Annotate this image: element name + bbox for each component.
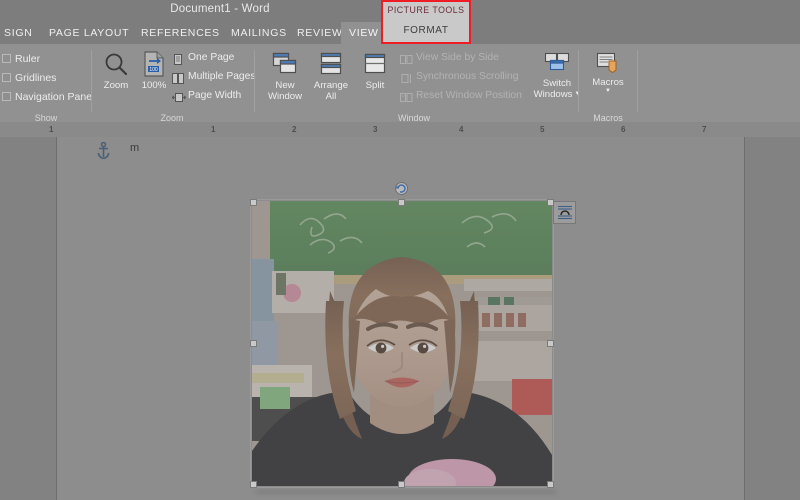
button-split[interactable]: Split [353,48,397,91]
ribbon-group-window: New Window Arrange All Split View Side b… [255,44,581,124]
one-page-icon [172,52,184,65]
picture-drop-shadow [256,490,556,494]
photo-content [252,201,552,486]
arrange-all-icon [309,48,353,80]
ruler-number-2: 2 [292,125,297,134]
anchor-icon [97,142,110,159]
view-side-by-side-icon [400,52,413,64]
checkbox-navigation-pane[interactable]: Navigation Pane [2,88,92,105]
layout-options-button[interactable] [553,201,576,224]
handle-middle-left[interactable] [250,340,257,347]
button-page-width[interactable]: Page Width [171,87,242,104]
new-window-icon [263,48,307,80]
word-application-window: Document1 - Word SIGN PAGE LAYOUT REFERE… [0,0,800,500]
page-left-edge [56,137,57,500]
picture-image[interactable] [252,201,552,486]
window-title: Document1 - Word [170,3,270,15]
synchronous-scrolling-icon [400,71,412,83]
button-one-page[interactable]: One Page [172,49,234,66]
contextual-tab-title: PICTURE TOOLS [387,5,465,15]
button-page-width-label: Page Width [188,90,242,101]
button-split-label: Split [365,80,385,91]
checkbox-ruler-label: Ruler [15,52,41,65]
button-new-window-label: New Window [267,80,303,102]
contextual-tab-picture-tools[interactable]: PICTURE TOOLS FORMAT [381,0,471,44]
handle-bottom-center[interactable] [398,481,405,488]
handle-middle-right[interactable] [547,340,554,347]
button-multiple-pages-label: Multiple Pages [188,71,256,82]
button-switch-windows-label: Switch Windows [533,78,573,101]
chevron-down-icon-macros[interactable]: ▼ [586,88,630,95]
checkbox-gridlines-box[interactable] [2,73,11,82]
ruler-number-1: 1 [211,125,216,134]
ribbon: Ruler Gridlines Navigation Pane Show Zoo… [0,44,800,124]
button-reset-window-position-label: Reset Window Position [416,90,522,101]
checkbox-navigation-pane-label: Navigation Pane [15,90,93,103]
layout-options-icon [557,205,572,220]
group-separator-4 [637,50,638,112]
document-body-text[interactable]: m [130,142,139,154]
handle-bottom-right[interactable] [547,481,554,488]
ribbon-group-zoom: Zoom 100 100% One Page Multiple Pages Pa… [92,44,256,124]
ribbon-group-show: Ruler Gridlines Navigation Pane Show [0,44,92,124]
button-synchronous-scrolling-label: Synchronous Scrolling [416,71,519,82]
tab-format[interactable]: FORMAT [383,25,469,36]
ruler-number-3: 3 [373,125,378,134]
handle-top-center[interactable] [398,199,405,206]
button-one-page-label: One Page [188,52,235,63]
page-100-percent-icon: 100 [132,48,176,80]
selected-picture[interactable] [252,201,552,486]
button-100-percent-label: 100% [141,80,167,91]
page-right-edge [744,137,745,500]
checkbox-navigation-pane-box[interactable] [2,92,11,101]
button-multiple-pages[interactable]: Multiple Pages [172,68,256,85]
rotate-handle-icon[interactable] [394,181,409,196]
handle-bottom-left[interactable] [250,481,257,488]
ruler-number-0: 1 [49,125,54,134]
checkbox-gridlines[interactable]: Gridlines [2,69,56,86]
ruler-number-7: 7 [702,125,707,134]
button-macros[interactable]: Macros ▼ [586,48,630,95]
checkbox-ruler-box[interactable] [2,54,11,63]
split-icon [353,48,397,80]
macros-icon [586,48,630,78]
button-view-side-by-side[interactable]: View Side by Side [400,49,499,66]
button-macros-label: Macros [592,77,624,88]
button-new-window[interactable]: New Window [263,48,307,102]
button-arrange-all[interactable]: Arrange All [309,48,353,102]
multiple-pages-icon [172,71,184,84]
ruler-number-6: 6 [621,125,626,134]
ruler-number-4: 4 [459,125,464,134]
svg-text:100: 100 [149,67,158,73]
tab-view[interactable]: VIEW [341,22,387,44]
button-switch-windows[interactable]: Switch Windows▼ [530,48,584,100]
tab-mailings[interactable]: MAILINGS [223,22,295,44]
reset-window-position-icon [400,90,413,102]
button-100-percent[interactable]: 100 100% [132,48,176,91]
button-arrange-all-label: Arrange All [313,80,349,102]
tab-design[interactable]: SIGN [0,22,40,44]
ribbon-group-macros: Macros ▼ Macros [579,44,637,124]
button-reset-window-position[interactable]: Reset Window Position [400,87,522,104]
switch-windows-icon [530,48,584,78]
tab-page-layout[interactable]: PAGE LAYOUT [41,22,137,44]
button-view-side-by-side-label: View Side by Side [416,52,499,63]
page-width-icon [171,90,187,102]
tab-references[interactable]: REFERENCES [133,22,228,44]
ruler-number-5: 5 [540,125,545,134]
checkbox-ruler[interactable]: Ruler [2,50,40,67]
ruler-row: 1 1 2 3 4 5 6 7 [0,125,800,267]
button-synchronous-scrolling[interactable]: Synchronous Scrolling [400,68,518,85]
handle-top-left[interactable] [250,199,257,206]
checkbox-gridlines-label: Gridlines [15,71,57,84]
